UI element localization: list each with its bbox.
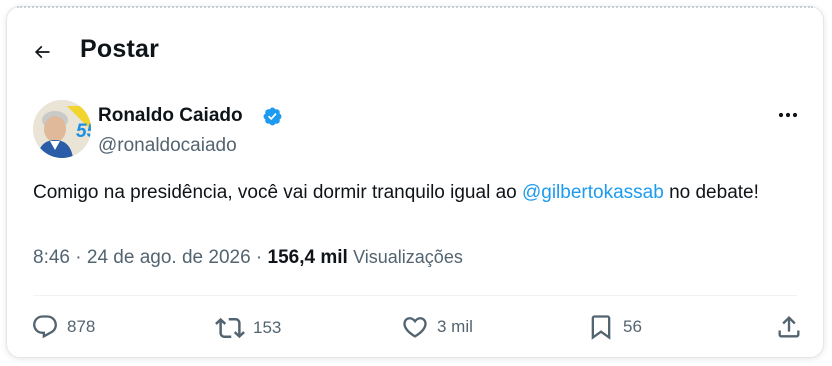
top-edge-divider bbox=[17, 6, 813, 10]
share-button[interactable] bbox=[775, 313, 803, 341]
repost-count: 153 bbox=[253, 318, 282, 337]
post-meta: 8:46 · 24 de ago. de 2026 · 156,4 mil Vi… bbox=[33, 247, 463, 268]
tweet-text: Comigo na presidência, você vai dormir t… bbox=[33, 179, 793, 206]
tweet-text-after: no debate! bbox=[663, 182, 759, 203]
tweet-text-before: Comigo na presidência, você vai dormir t… bbox=[33, 182, 522, 203]
back-arrow-icon bbox=[34, 45, 50, 59]
back-button[interactable] bbox=[25, 35, 59, 69]
bookmark-button[interactable]: 56 bbox=[587, 313, 642, 341]
post-card: Postar 55 Ronaldo Caiado @ronaldocaiado … bbox=[6, 6, 824, 358]
author-name[interactable]: Ronaldo Caiado bbox=[98, 105, 243, 127]
more-options-button[interactable] bbox=[773, 105, 803, 125]
views-label: Visualizações bbox=[353, 247, 463, 267]
mention-link[interactable]: @gilbertokassab bbox=[522, 182, 664, 203]
like-button[interactable]: 3 mil bbox=[401, 313, 473, 341]
repost-icon bbox=[215, 317, 245, 339]
post-date[interactable]: 24 de ago. de 2026 bbox=[87, 247, 251, 268]
divider bbox=[33, 295, 797, 296]
page-title: Postar bbox=[80, 35, 160, 63]
share-icon bbox=[778, 316, 800, 338]
more-options-icon bbox=[778, 112, 798, 118]
reply-button[interactable]: 878 bbox=[31, 313, 95, 341]
avatar-image: 55 bbox=[33, 100, 91, 158]
avatar-number: 55 bbox=[76, 121, 91, 142]
verified-badge-icon bbox=[263, 107, 282, 126]
action-bar: 878 153 3 mil 56 bbox=[7, 313, 823, 349]
bookmark-count: 56 bbox=[623, 317, 642, 336]
reply-icon bbox=[33, 315, 57, 339]
reply-count: 878 bbox=[67, 317, 96, 336]
like-icon bbox=[403, 317, 427, 338]
post-time[interactable]: 8:46 bbox=[33, 247, 70, 268]
author-handle[interactable]: @ronaldocaiado bbox=[98, 135, 237, 157]
like-count: 3 mil bbox=[437, 317, 473, 336]
repost-button[interactable]: 153 bbox=[215, 313, 281, 343]
views-count[interactable]: 156,4 mil bbox=[268, 247, 348, 268]
post-header: Postar bbox=[7, 27, 823, 75]
bookmark-icon bbox=[591, 315, 611, 340]
avatar[interactable]: 55 bbox=[33, 100, 91, 158]
